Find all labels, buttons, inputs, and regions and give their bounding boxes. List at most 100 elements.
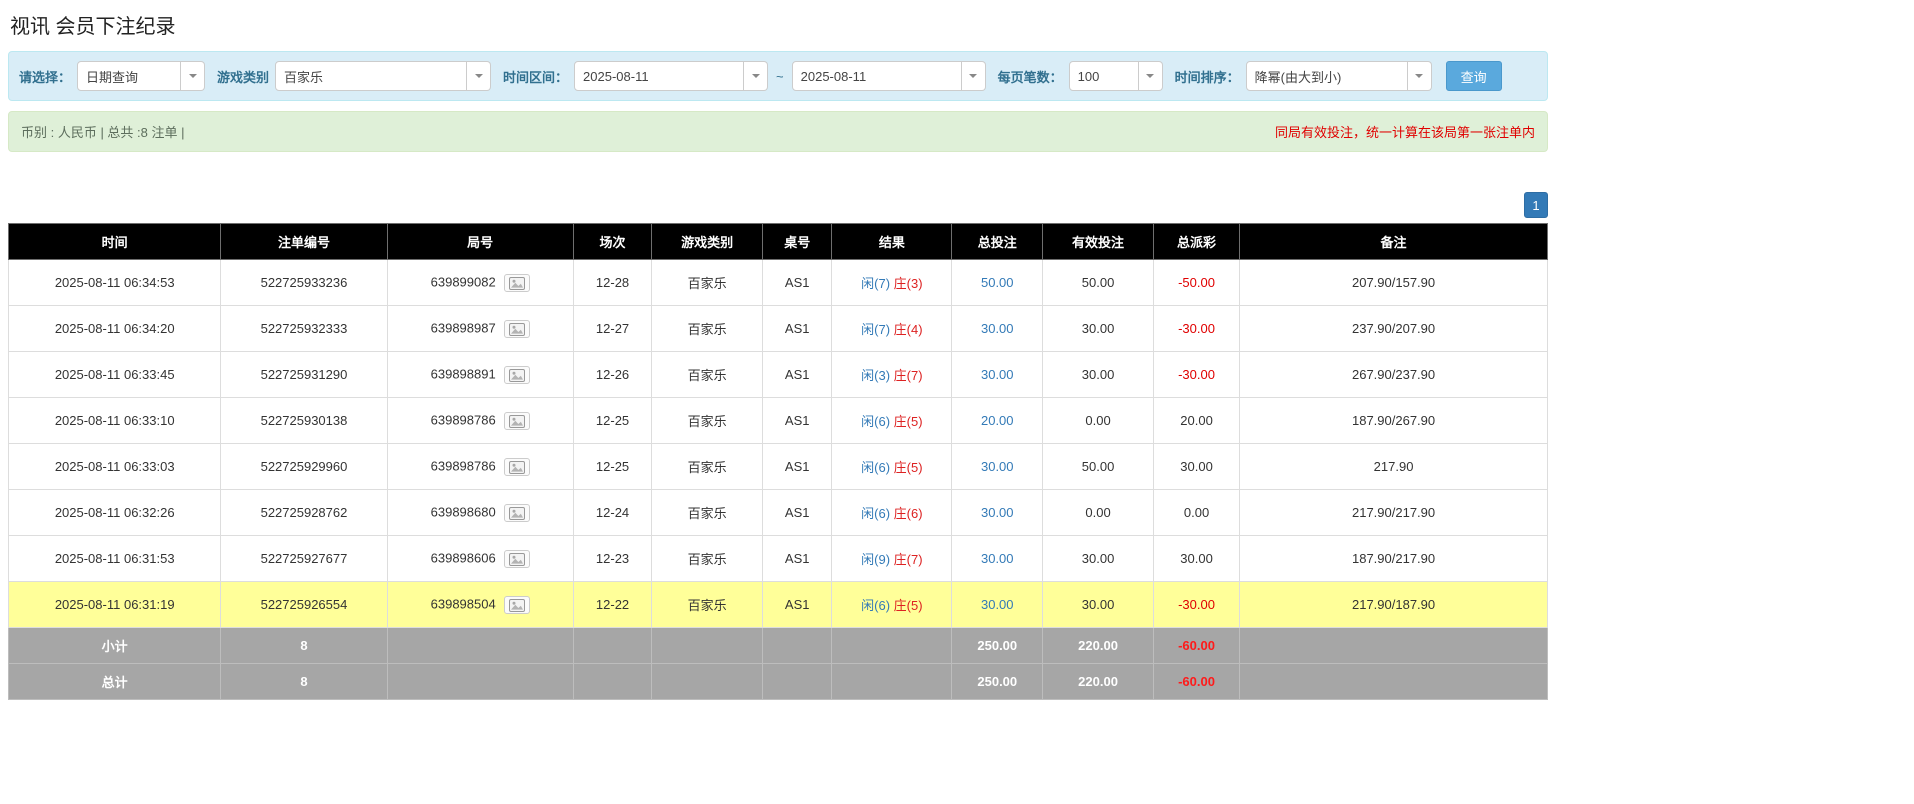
result-banker: 庄(5) [894,598,923,613]
total-bet-link[interactable]: 30.00 [981,321,1014,336]
sort-input[interactable] [1246,61,1408,91]
game-type-dropdown-button[interactable] [467,61,491,91]
date-from-input[interactable] [574,61,744,91]
table-row: 2025-08-11 06:33:10522725930138639898786… [9,398,1548,444]
col-header-bet-id: 注单编号 [221,224,387,260]
page-size-label: 每页笔数： [998,67,1063,86]
chevron-down-icon [752,74,760,78]
search-button[interactable]: 查询 [1446,61,1502,91]
total-bet-link[interactable]: 30.00 [981,367,1014,382]
footer-total-bet-cell: 250.00 [952,628,1043,664]
query-type-dropdown-button[interactable] [181,61,205,91]
total-bet-link[interactable]: 20.00 [981,413,1014,428]
sort-dropdown-button[interactable] [1408,61,1432,91]
game-type-select [275,61,491,91]
query-type-input[interactable] [77,61,181,91]
result-player: 闲(6) [861,414,890,429]
total-bet-link[interactable]: 50.00 [981,275,1014,290]
bet-id-cell: 522725926554 [221,582,387,628]
round-detail-icon[interactable] [504,366,530,384]
valid-bet-cell: 30.00 [1043,582,1154,628]
page-size-input[interactable] [1069,61,1139,91]
round-detail-icon[interactable] [504,596,530,614]
round-cell: 639899082 [387,260,573,306]
result-banker: 庄(7) [894,552,923,567]
round-detail-icon[interactable] [504,550,530,568]
table-header: 时间注单编号局号场次游戏类别桌号结果总投注有效投注总派彩备注 [9,224,1548,260]
round-detail-icon[interactable] [504,320,530,338]
page-button-1[interactable]: 1 [1524,192,1548,218]
remark-cell: 217.90/187.90 [1240,582,1548,628]
round-cell: 639898891 [387,352,573,398]
col-header-time: 时间 [9,224,221,260]
result-banker: 庄(7) [894,368,923,383]
footer-empty-cell [832,664,952,700]
footer-empty-cell [573,664,651,700]
currency-summary: 币别 : 人民币 | 总共 :8 注单 | [21,122,185,141]
header-row: 时间注单编号局号场次游戏类别桌号结果总投注有效投注总派彩备注 [9,224,1548,260]
payout-cell: 0.00 [1153,490,1239,536]
game-type-cell: 百家乐 [652,352,763,398]
valid-bet-cell: 50.00 [1043,444,1154,490]
round-id: 639899082 [431,274,496,289]
date-to-input[interactable] [792,61,962,91]
result-banker: 庄(3) [894,276,923,291]
game-type-cell: 百家乐 [652,398,763,444]
round-detail-icon[interactable] [504,412,530,430]
payout-cell: 30.00 [1153,444,1239,490]
query-type-select [77,61,205,91]
round-detail-icon[interactable] [504,458,530,476]
remark-cell: 207.90/157.90 [1240,260,1548,306]
result-player: 闲(7) [861,322,890,337]
table-row: 2025-08-11 06:34:53522725933236639899082… [9,260,1548,306]
total-bet-link[interactable]: 30.00 [981,551,1014,566]
result-player: 闲(7) [861,276,890,291]
round-id: 639898987 [431,320,496,335]
footer-empty-cell [763,628,832,664]
valid-bet-cell: 30.00 [1043,352,1154,398]
round-detail-icon[interactable] [504,274,530,292]
remark-cell: 187.90/267.90 [1240,398,1548,444]
remark-cell: 187.90/217.90 [1240,536,1548,582]
footer-count-cell: 8 [221,664,387,700]
col-header-round-id: 局号 [387,224,573,260]
total-bet-cell: 20.00 [952,398,1043,444]
total-bet-cell: 30.00 [952,352,1043,398]
round-detail-icon[interactable] [504,504,530,522]
table-no-cell: AS1 [763,260,832,306]
date-to-dropdown-button[interactable] [962,61,986,91]
payout-cell: -30.00 [1153,352,1239,398]
game-type-input[interactable] [275,61,467,91]
total-bet-link[interactable]: 30.00 [981,597,1014,612]
filter-bar: 请选择： 游戏类别 时间区间： ~ 每页笔数： 时间排序： [8,51,1548,101]
footer-empty-cell [832,628,952,664]
valid-bet-cell: 50.00 [1043,260,1154,306]
footer-total-bet-cell: 250.00 [952,664,1043,700]
result-banker: 庄(4) [894,322,923,337]
page-size-dropdown-button[interactable] [1139,61,1163,91]
payout-cell: 20.00 [1153,398,1239,444]
date-from-dropdown-button[interactable] [744,61,768,91]
footer-payout-cell: -60.00 [1153,664,1239,700]
time-cell: 2025-08-11 06:33:45 [9,352,221,398]
table-no-cell: AS1 [763,306,832,352]
result-cell: 闲(3) 庄(7) [832,352,952,398]
col-header-payout: 总派彩 [1153,224,1239,260]
col-header-total-bet: 总投注 [952,224,1043,260]
valid-bet-cell: 30.00 [1043,536,1154,582]
round-cell: 639898504 [387,582,573,628]
game-type-cell: 百家乐 [652,582,763,628]
total-bet-link[interactable]: 30.00 [981,505,1014,520]
result-cell: 闲(6) 庄(5) [832,444,952,490]
total-bet-link[interactable]: 30.00 [981,459,1014,474]
bets-table: 时间注单编号局号场次游戏类别桌号结果总投注有效投注总派彩备注 2025-08-1… [8,223,1548,700]
table-row: 2025-08-11 06:33:45522725931290639898891… [9,352,1548,398]
bet-id-cell: 522725932333 [221,306,387,352]
table-no-cell: AS1 [763,352,832,398]
result-player: 闲(3) [861,368,890,383]
page-title: 视讯 会员下注纪录 [10,10,1548,39]
summary-bar: 币别 : 人民币 | 总共 :8 注单 | 同局有效投注，统一计算在该局第一张注… [8,111,1548,152]
footer-empty-cell [652,628,763,664]
result-cell: 闲(6) 庄(5) [832,582,952,628]
footer-empty-cell [573,628,651,664]
